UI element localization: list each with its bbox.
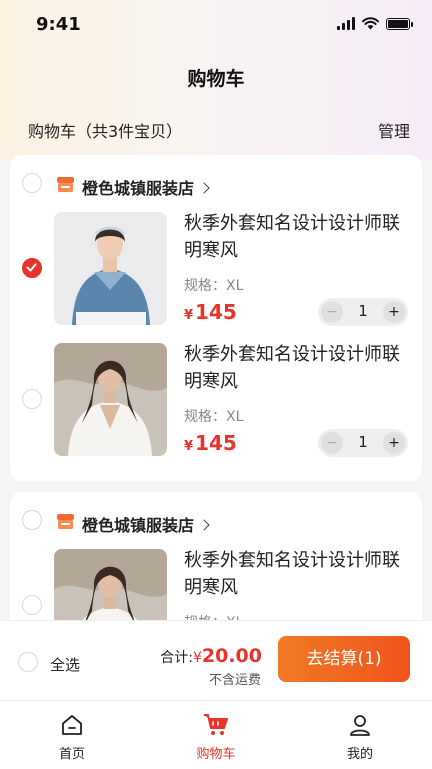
item-select-checkbox[interactable] xyxy=(22,258,42,278)
total-amount: 20.00 xyxy=(201,645,262,667)
status-time: 9:41 xyxy=(36,14,81,35)
product-title[interactable]: 秋季外套知名设计设计师联明寒风 xyxy=(184,210,414,264)
total-label: 合计: xyxy=(160,650,193,666)
store-icon xyxy=(57,177,74,192)
page-title: 购物车 xyxy=(187,68,245,90)
status-bar: 9:41 xyxy=(0,0,432,50)
shop-card: 橙色城镇服装店 秋季外套知名设计设计师联明寒风 规格：XL ¥145 − 1 + xyxy=(10,155,422,481)
manage-button[interactable]: 管理 xyxy=(378,118,410,142)
cart-count-label: 购物车（共3件宝贝） xyxy=(28,122,183,141)
user-icon xyxy=(350,715,370,736)
product-title[interactable]: 秋季外套知名设计设计师联明寒风 xyxy=(184,341,414,395)
tab-home[interactable]: 首页 xyxy=(32,713,112,762)
shop-name[interactable]: 橙色城镇服装店 xyxy=(82,512,210,536)
battery-icon xyxy=(386,17,413,30)
product-title[interactable]: 秋季外套知名设计设计师联明寒风 xyxy=(184,547,414,601)
quantity-stepper: − 1 + xyxy=(318,298,408,326)
shop-select-checkbox[interactable] xyxy=(22,173,42,193)
product-spec[interactable]: 规格：XL xyxy=(184,275,243,295)
shop-header: 橙色城镇服装店 xyxy=(10,155,422,211)
wifi-icon xyxy=(362,17,379,30)
cart-item: 秋季外套知名设计设计师联明寒风 规格：XL ¥145 − 1 + xyxy=(10,343,422,463)
quantity-stepper: − 1 + xyxy=(318,429,408,457)
tab-cart[interactable]: 购物车 xyxy=(176,713,256,762)
total-price: 合计:¥20.00 xyxy=(160,645,262,667)
item-select-checkbox[interactable] xyxy=(22,389,42,409)
chevron-right-icon xyxy=(198,519,210,531)
tab-label: 购物车 xyxy=(196,747,236,762)
shop-select-checkbox[interactable] xyxy=(22,510,42,530)
home-icon xyxy=(62,715,82,735)
select-all-checkbox[interactable] xyxy=(18,652,38,672)
checkout-button[interactable]: 去结算(1) xyxy=(278,636,410,682)
shipping-note: 不含运费 xyxy=(208,673,261,688)
tab-profile[interactable]: 我的 xyxy=(320,713,400,762)
increase-button[interactable]: + xyxy=(383,432,405,454)
item-select-checkbox[interactable] xyxy=(22,595,42,615)
select-all-label[interactable]: 全选 xyxy=(50,654,80,675)
checkout-bar: 全选 合计:¥20.00 不含运费 去结算(1) xyxy=(0,620,432,701)
cart-item: 秋季外套知名设计设计师联明寒风 规格：XL ¥145 − 1 + xyxy=(10,212,422,332)
shop-name[interactable]: 橙色城镇服装店 xyxy=(82,175,210,199)
cart-icon xyxy=(204,714,228,735)
store-icon xyxy=(57,514,74,529)
product-price: ¥145 xyxy=(184,431,237,455)
tab-label: 首页 xyxy=(58,747,85,762)
signal-icon xyxy=(337,17,355,30)
increase-button[interactable]: + xyxy=(383,301,405,323)
product-spec[interactable]: 规格：XL xyxy=(184,406,243,426)
total-currency: ¥ xyxy=(192,650,202,666)
chevron-right-icon xyxy=(198,182,210,194)
shop-header: 橙色城镇服装店 xyxy=(10,492,422,548)
tab-label: 我的 xyxy=(346,747,373,762)
product-image[interactable] xyxy=(54,212,167,325)
status-icons xyxy=(337,17,413,30)
tab-bar: 首页 购物车 我的 xyxy=(0,700,432,769)
product-price: ¥145 xyxy=(184,300,237,324)
checkmark-icon xyxy=(26,263,37,272)
product-image[interactable] xyxy=(54,343,167,456)
